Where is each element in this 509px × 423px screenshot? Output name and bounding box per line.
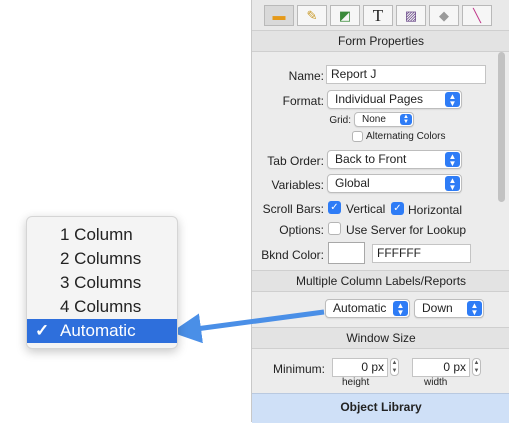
menu-item-label: 3 Columns <box>60 273 142 292</box>
menu-item-2-columns[interactable]: 2 Columns <box>27 247 177 271</box>
columns-menu: 1 Column 2 Columns 3 Columns 4 Columns ✓… <box>26 216 178 349</box>
menu-item-label: 4 Columns <box>60 297 142 316</box>
menu-item-3-columns[interactable]: 3 Columns <box>27 271 177 295</box>
menu-item-label: 2 Columns <box>60 249 142 268</box>
checkmark-icon: ✓ <box>35 321 50 340</box>
callout-arrow-icon <box>171 309 325 344</box>
menu-item-1-column[interactable]: 1 Column <box>27 223 177 247</box>
menu-item-label: Automatic <box>60 321 136 340</box>
menu-item-4-columns[interactable]: 4 Columns <box>27 295 177 319</box>
menu-item-automatic[interactable]: ✓ Automatic <box>27 319 177 343</box>
menu-item-label: 1 Column <box>60 225 133 244</box>
